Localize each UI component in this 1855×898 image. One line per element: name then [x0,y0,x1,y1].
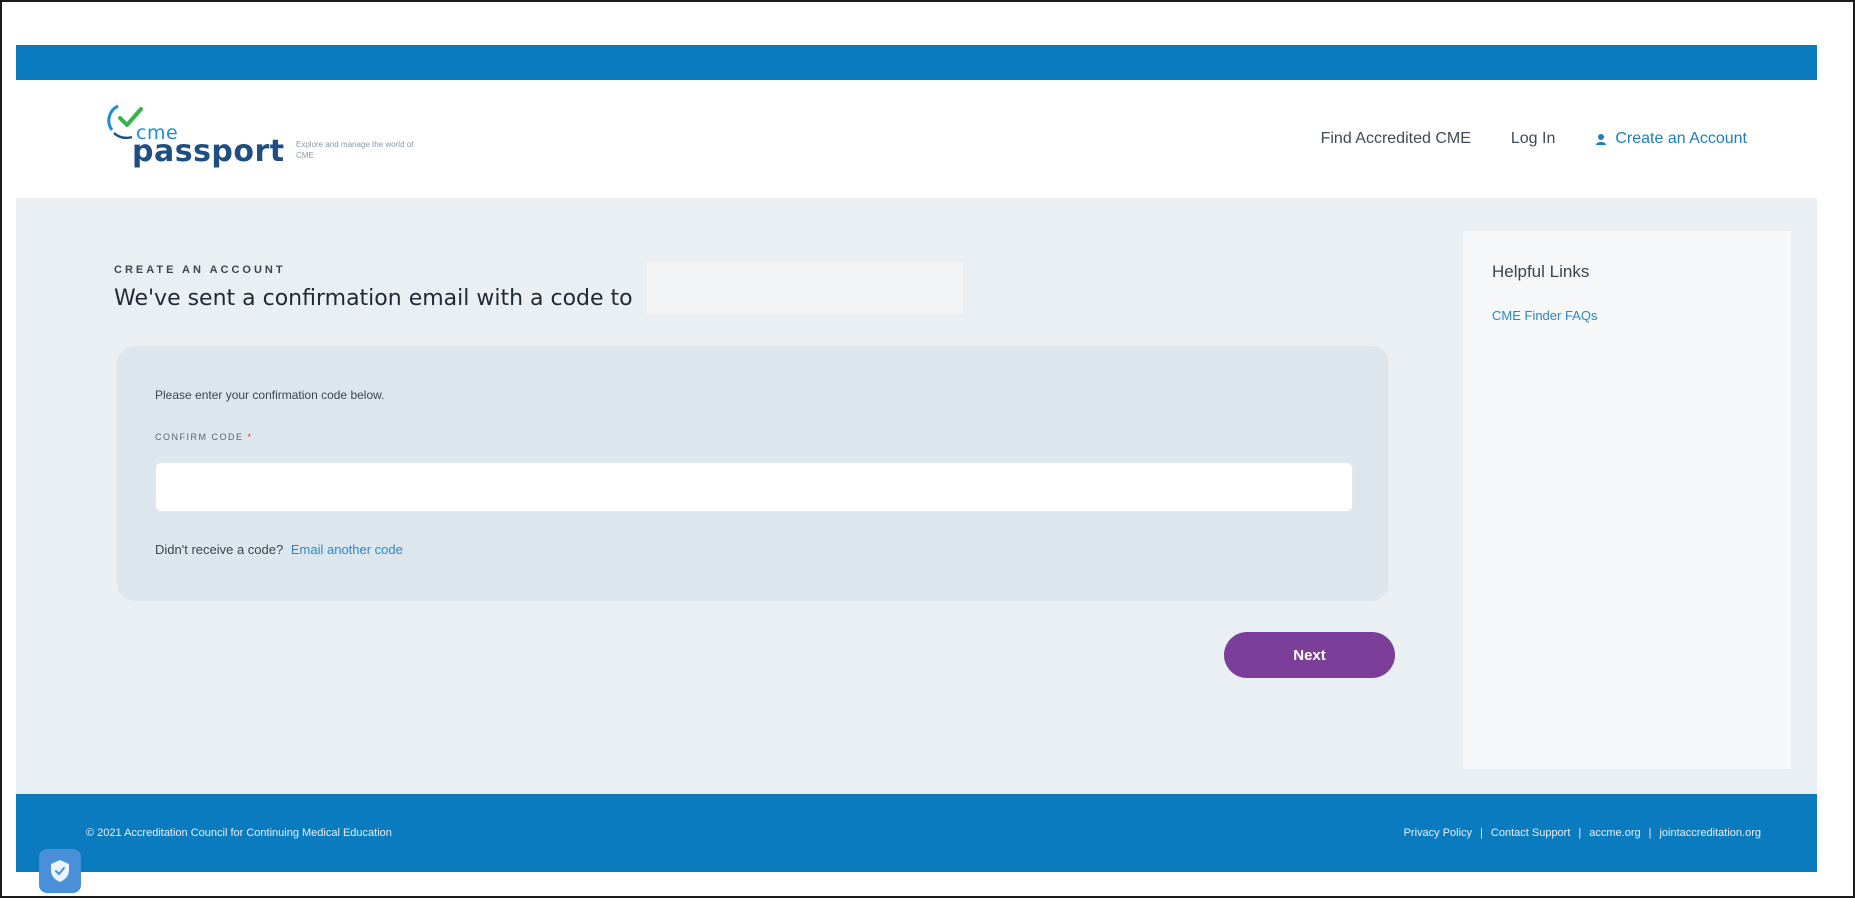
main-content: CREATE AN ACCOUNT We've sent a confirmat… [16,198,1817,794]
shield-check-icon [51,860,69,882]
user-icon [1596,133,1607,145]
jointaccreditation-org-link[interactable]: jointaccreditation.org [1659,827,1761,839]
footer-copyright: © 2021 Accreditation Council for Continu… [86,827,392,839]
page-heading: We've sent a confirmation email with a c… [114,286,633,311]
site-footer: © 2021 Accreditation Council for Continu… [16,794,1817,872]
confirmation-card: Please enter your confirmation code belo… [117,346,1389,601]
footer-separator: | [1578,827,1582,839]
resend-row: Didn't receive a code? Email another cod… [155,542,403,557]
page-eyebrow: CREATE AN ACCOUNT [114,264,286,276]
privacy-shield-button[interactable] [39,849,81,893]
confirm-code-input[interactable] [155,462,1353,512]
nav-log-in[interactable]: Log In [1511,130,1555,148]
browser-frame: cme passport Explore and manage the worl… [0,0,1855,898]
logo-passport-text: passport [132,134,285,169]
email-another-code-link[interactable]: Email another code [291,542,403,557]
logo-tagline: Explore and manage the world of CME [296,140,414,160]
confirmation-instruction: Please enter your confirmation code belo… [155,388,385,402]
nav-create-account-label: Create an Account [1615,130,1747,147]
top-color-bar [16,45,1817,80]
cme-finder-faqs-link[interactable]: CME Finder FAQs [1492,308,1597,323]
nav-create-account[interactable]: Create an Account [1595,130,1747,148]
confirm-code-label-text: CONFIRM CODE [155,432,244,442]
privacy-policy-link[interactable]: Privacy Policy [1404,827,1472,839]
helpful-links-panel: Helpful Links CME Finder FAQs [1463,231,1791,769]
redacted-email [647,262,963,314]
contact-support-link[interactable]: Contact Support [1491,827,1571,839]
next-button[interactable]: Next [1224,632,1395,678]
footer-separator: | [1648,827,1652,839]
nav-find-accredited-cme[interactable]: Find Accredited CME [1321,130,1471,148]
footer-separator: | [1480,827,1483,839]
accme-org-link[interactable]: accme.org [1589,827,1640,839]
resend-text: Didn't receive a code? [155,542,284,557]
site-header: cme passport Explore and manage the worl… [16,80,1817,198]
main-nav: Find Accredited CME Log In Create an Acc… [1321,130,1747,148]
confirm-code-label: CONFIRM CODE * [155,432,253,442]
footer-links: Privacy Policy | Contact Support | accme… [1404,827,1761,839]
helpful-links-title: Helpful Links [1492,262,1590,281]
required-asterisk: * [247,432,253,442]
cme-passport-logo[interactable]: cme passport Explore and manage the worl… [106,100,413,170]
